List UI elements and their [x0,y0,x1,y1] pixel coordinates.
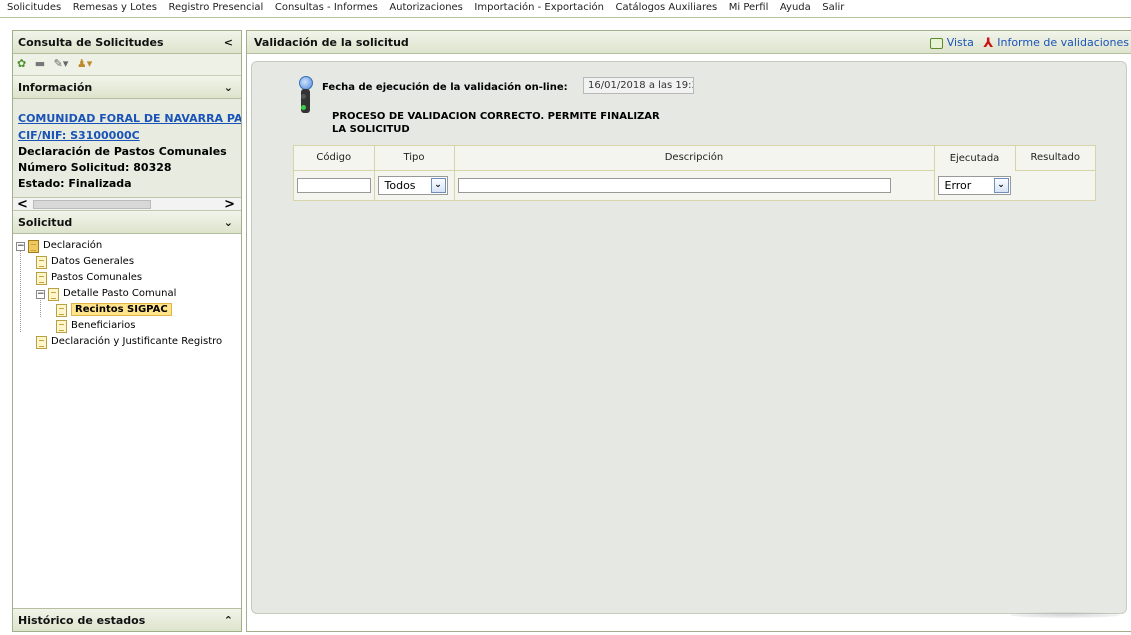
left-panel: Consulta de Solicitudes < ✿ ▬ ✎▾ ♟▾ Info… [12,30,242,632]
menu-importacion-exportacion[interactable]: Importación - Exportación [470,3,608,13]
pdf-icon: ⅄ [983,35,994,51]
info-icon[interactable] [299,76,313,90]
menu-catalogos-auxiliares[interactable]: Catálogos Auxiliares [612,3,722,13]
informacion-title: Información [18,81,93,94]
header-actions: Vista ⅄ Informe de validaciones [924,31,1129,54]
scroll-right-icon[interactable]: > [224,197,235,212]
fecha-label: Fecha de ejecución de la validación on-l… [322,82,568,93]
column-resultado[interactable]: Resultado [1015,146,1095,171]
column-descripcion[interactable]: Descripción [454,146,935,171]
document-icon [36,255,47,269]
filter-codigo-input[interactable] [297,177,371,193]
filter-tipo-select[interactable]: Todos ⌄ [377,175,448,195]
menu-remesas-lotes[interactable]: Remesas y Lotes [69,3,161,13]
tree-node-beneficiarios[interactable]: Beneficiarios [16,318,241,334]
vista-icon [929,37,943,49]
solicitud-tree: − Declaración Datos Generales Pastos Comu… [13,234,241,600]
fecha-value: 16/01/2018 a las 19:3 [583,77,694,94]
chevron-up-icon[interactable]: ⌃ [224,609,233,632]
filter-tipo-cell: Todos ⌄ [374,170,455,200]
informacion-header[interactable]: Información ⌄ [13,76,241,99]
chevron-down-icon[interactable]: ⌄ [993,177,1009,193]
collapse-icon[interactable]: − [16,241,25,251]
edit-icon[interactable]: ✎▾ [54,57,69,70]
document-icon [36,335,47,349]
menu-consultas-informes[interactable]: Consultas - Informes [271,3,382,13]
menu-mi-perfil[interactable]: Mi Perfil [725,3,773,13]
document-icon [56,303,67,317]
scroll-thumb[interactable] [33,200,151,209]
solicitud-title: Solicitud [18,216,73,229]
column-tipo[interactable]: Tipo [374,146,455,171]
request-status: Estado: Finalizada [18,177,132,190]
validations-grid: Código Tipo Descripción Ejecutada Result… [293,145,1096,201]
print-icon[interactable]: ▬ [35,57,45,70]
menu-salir[interactable]: Salir [818,3,848,13]
traffic-light-icon [299,76,313,118]
declaration-type: Declaración de Pastos Comunales [18,145,227,158]
validation-content: Fecha de ejecución de la validación on-l… [251,61,1127,614]
validacion-title: Validación de la solicitud [254,36,409,49]
column-codigo[interactable]: Código [294,146,375,171]
filter-descripcion-input[interactable] [457,177,891,193]
tree-node-detalle-pasto[interactable]: − Detalle Pasto Comunal [16,286,241,302]
left-toolbar: ✿ ▬ ✎▾ ♟▾ [13,54,241,76]
validacion-header: Validación de la solicitud Vista ⅄ Inform… [247,31,1131,54]
entity-link[interactable]: COMUNIDAD FORAL DE NAVARRA PATRIM [18,110,241,127]
filter-codigo-cell [294,170,375,200]
historico-header[interactable]: Histórico de estados ⌃ [13,608,241,631]
chevron-down-icon[interactable]: ⌄ [430,177,446,193]
menu-registro-presencial[interactable]: Registro Presencial [164,3,267,13]
cif-link[interactable]: CIF/NIF: S3100000C [18,127,236,144]
historico-title: Histórico de estados [18,614,146,627]
document-icon [56,319,67,333]
menu-solicitudes[interactable]: Solicitudes [0,3,65,13]
top-menu-bar: Solicitudes Remesas y Lotes Registro Pre… [0,0,1131,18]
right-panel: Validación de la solicitud Vista ⅄ Inform… [246,30,1131,632]
tree-node-pastos-comunales[interactable]: Pastos Comunales [16,270,241,286]
consulta-header: Consulta de Solicitudes < [13,31,241,54]
menu-ayuda[interactable]: Ayuda [776,3,815,13]
document-icon [36,271,47,285]
collapse-left-icon[interactable]: < [224,31,233,54]
info-body: COMUNIDAD FORAL DE NAVARRA PATRIM CIF/NI… [13,99,241,198]
refresh-icon[interactable]: ✿ [17,57,26,70]
filter-resultado-select[interactable]: Error ⌄ [937,175,1011,195]
request-number: Número Solicitud: 80328 [18,161,172,174]
user-icon[interactable]: ♟▾ [77,57,92,70]
decorative-shadow [1010,612,1120,618]
tree-node-declaracion[interactable]: − Declaración [16,238,241,254]
menu-autorizaciones[interactable]: Autorizaciones [385,3,467,13]
folder-icon [28,239,39,253]
collapse-icon[interactable]: − [36,289,45,299]
chevron-down-icon[interactable]: ⌄ [224,76,233,99]
tree-node-recintos-sigpac[interactable]: Recintos SIGPAC [16,302,241,318]
tree-node-datos-generales[interactable]: Datos Generales [16,254,241,270]
info-horizontal-scrollbar[interactable]: < > [13,197,241,212]
informe-validaciones-button[interactable]: ⅄ Informe de validaciones [983,35,1129,51]
vista-button[interactable]: Vista [929,36,974,49]
validation-status-message: PROCESO DE VALIDACION CORRECTO. PERMITE … [332,111,660,135]
document-icon [48,287,59,301]
column-ejecutada[interactable]: Ejecutada [934,146,1016,170]
consulta-title: Consulta de Solicitudes [18,36,164,49]
filter-descripcion-cell [454,170,935,200]
chevron-down-icon[interactable]: ⌄ [224,211,233,234]
tree-node-justificante[interactable]: Declaración y Justificante Registro [16,334,241,350]
scroll-left-icon[interactable]: < [17,197,28,212]
filter-resultado-cell: Error ⌄ [934,170,1015,200]
solicitud-header[interactable]: Solicitud ⌄ [13,211,241,234]
